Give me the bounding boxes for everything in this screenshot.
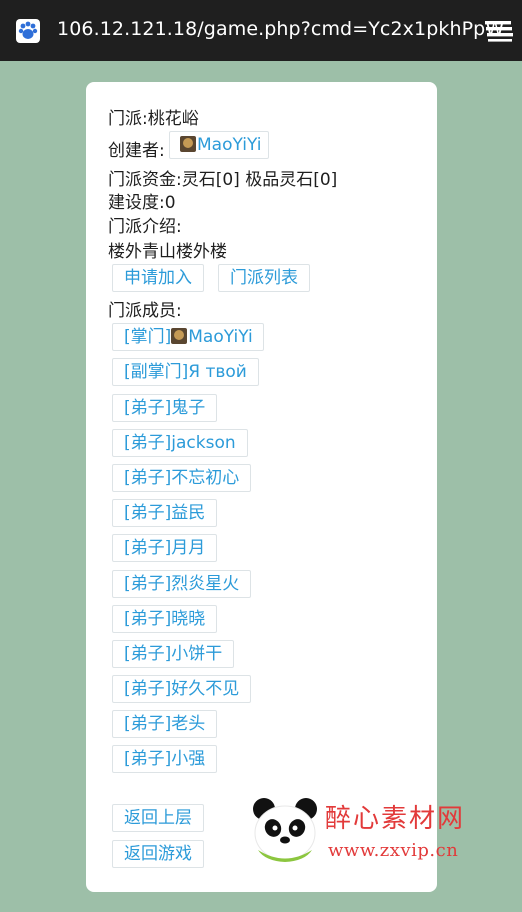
sect-name: 门派:桃花峪 (108, 109, 199, 129)
creator-label: 创建者: (108, 141, 165, 161)
member-link[interactable]: [弟子]小饼干 (112, 640, 235, 668)
sect-funds: 门派资金:灵石[0] 极品灵石[0] (108, 170, 338, 190)
browser-logo-icon[interactable] (16, 19, 40, 43)
member-link[interactable]: [弟子]烈炎星火 (112, 570, 252, 598)
intro-label: 门派介绍: (108, 217, 182, 237)
watermark-url: www.zxvip.cn (328, 840, 459, 861)
watermark: 醉心素材网 www.zxvip.cn (250, 795, 515, 865)
member-link[interactable]: [弟子]不忘初心 (112, 464, 252, 492)
creator-link[interactable]: MaoYiYi (169, 131, 269, 159)
join-sect-button[interactable]: 申请加入 (112, 264, 204, 292)
member-link[interactable]: [弟子]鬼子 (112, 394, 218, 422)
members-label: 门派成员: (108, 301, 182, 321)
member-link[interactable]: [弟子]月月 (112, 534, 218, 562)
member-leader-link[interactable]: [掌门] MaoYiYi (112, 323, 264, 351)
back-button[interactable]: 返回上层 (112, 804, 204, 832)
member-link[interactable]: [弟子]小强 (112, 745, 218, 773)
construction-level: 建设度:0 (108, 193, 176, 213)
url-text[interactable]: 106.12.121.18/game.php?cmd=Yc2x1pkhPpW (57, 18, 504, 40)
member-link[interactable]: [弟子]益民 (112, 499, 218, 527)
intro-text: 楼外青山楼外楼 (108, 242, 227, 262)
sect-list-button[interactable]: 门派列表 (218, 264, 310, 292)
member-link[interactable]: [弟子]好久不见 (112, 675, 252, 703)
member-link[interactable]: [副掌门]Я твой (112, 358, 259, 386)
member-link[interactable]: [弟子]晓晓 (112, 605, 218, 633)
avatar-icon (180, 136, 196, 152)
return-game-button[interactable]: 返回游戏 (112, 840, 204, 868)
creator-name: MaoYiYi (197, 135, 262, 155)
leader-name: MaoYiYi (188, 327, 253, 347)
browser-address-bar: 106.12.121.18/game.php?cmd=Yc2x1pkhPpW (0, 0, 522, 61)
member-link[interactable]: [弟子]老头 (112, 710, 218, 738)
menu-icon[interactable] (485, 20, 513, 42)
watermark-title: 醉心素材网 (325, 804, 466, 834)
member-link[interactable]: [弟子]jackson (112, 429, 248, 457)
sect-info-card: 门派:桃花峪 创建者: MaoYiYi 门派资金:灵石[0] 极品灵石[0] 建… (86, 82, 437, 892)
avatar-icon (171, 328, 188, 344)
leader-role: [掌门] (124, 327, 172, 347)
